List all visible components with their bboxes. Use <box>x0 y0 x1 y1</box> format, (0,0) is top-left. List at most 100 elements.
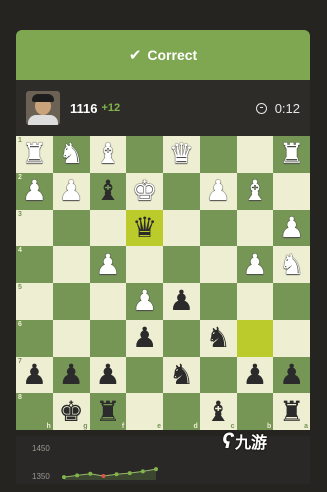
square-c8[interactable]: c ♝ <box>199 393 237 430</box>
black-pawn-icon[interactable]: ♟ <box>132 324 157 352</box>
rank-label: 4 <box>18 247 22 255</box>
player-avatar[interactable] <box>26 91 60 125</box>
white-knight-icon[interactable]: ♞ <box>59 140 84 168</box>
square-h2[interactable]: 2 ♟ <box>16 172 53 210</box>
square-d4[interactable] <box>163 246 200 283</box>
square-a3[interactable]: ♟ <box>273 209 310 247</box>
white-pawn-icon[interactable]: ♟ <box>206 177 231 205</box>
square-c5[interactable] <box>199 283 237 320</box>
square-b5[interactable] <box>236 283 274 320</box>
chess-board[interactable]: 1 ♜ ♞ ♝ ♛ ♜ 2 ♟ ♟ ♝ ♚ ♟ ♝ 3 ♛ ♟ 4 ♟ ♟ ♞ 5 ♟ ♟ 6 ♟ ♞ 7 ♟ ♟ ♟ ♞ ♟ ♟ 8 h g ♚ f ♜ e… <box>16 136 310 430</box>
square-h8[interactable]: 8h <box>16 393 53 430</box>
square-c7[interactable] <box>199 356 237 394</box>
black-pawn-icon[interactable]: ♟ <box>59 360 84 389</box>
square-e5[interactable]: ♟ <box>126 283 163 320</box>
square-c3[interactable] <box>199 209 237 247</box>
square-h5[interactable]: 5 <box>16 283 53 320</box>
square-f5[interactable] <box>89 283 127 320</box>
square-b8[interactable]: b <box>236 393 274 430</box>
square-f7[interactable]: ♟ <box>89 356 127 394</box>
square-a2[interactable] <box>273 172 310 210</box>
square-e3[interactable]: ♛ <box>126 209 163 247</box>
square-h3[interactable]: 3 <box>16 209 53 247</box>
square-b1[interactable] <box>236 136 274 173</box>
square-a7[interactable]: ♟ <box>273 356 310 394</box>
black-pawn-icon[interactable]: ♟ <box>22 360 47 389</box>
white-knight-icon[interactable]: ♞ <box>279 250 304 279</box>
black-knight-icon[interactable]: ♞ <box>206 324 231 352</box>
square-d6[interactable] <box>163 319 200 357</box>
black-rook-icon[interactable]: ♜ <box>95 397 120 426</box>
square-b2[interactable]: ♝ <box>236 172 274 210</box>
square-e2[interactable]: ♚ <box>126 172 163 210</box>
square-g3[interactable] <box>52 209 90 247</box>
square-g5[interactable] <box>52 283 90 320</box>
square-h7[interactable]: 7 ♟ <box>16 356 53 394</box>
black-king-icon[interactable]: ♚ <box>59 397 84 426</box>
square-f2[interactable]: ♝ <box>89 172 127 210</box>
square-b3[interactable] <box>236 209 274 247</box>
white-king-icon[interactable]: ♚ <box>132 177 157 205</box>
square-e4[interactable] <box>126 246 163 283</box>
square-h6[interactable]: 6 <box>16 319 53 357</box>
white-rook-icon[interactable]: ♜ <box>22 140 47 168</box>
square-d1[interactable]: ♛ <box>163 136 200 173</box>
square-f6[interactable] <box>89 319 127 357</box>
rank-label: 6 <box>18 320 22 328</box>
white-rook-icon[interactable]: ♜ <box>279 140 304 168</box>
white-pawn-icon[interactable]: ♟ <box>59 177 84 205</box>
black-bishop-icon[interactable]: ♝ <box>95 177 120 205</box>
black-pawn-icon[interactable]: ♟ <box>95 360 120 389</box>
square-c2[interactable]: ♟ <box>199 172 237 210</box>
square-d7[interactable]: ♞ <box>163 356 200 394</box>
clock-icon <box>255 102 267 114</box>
square-b7[interactable]: ♟ <box>236 356 274 394</box>
white-bishop-icon[interactable]: ♝ <box>95 140 120 168</box>
white-pawn-icon[interactable]: ♟ <box>279 213 304 242</box>
square-c6[interactable]: ♞ <box>199 319 237 357</box>
square-a6[interactable] <box>273 319 310 357</box>
square-h1[interactable]: 1 ♜ <box>16 136 53 173</box>
square-e7[interactable] <box>126 356 163 394</box>
square-f8[interactable]: f ♜ <box>89 393 127 430</box>
square-b6[interactable] <box>236 319 274 357</box>
square-g1[interactable]: ♞ <box>52 136 90 173</box>
square-a4[interactable]: ♞ <box>273 246 310 283</box>
square-g8[interactable]: g ♚ <box>52 393 90 430</box>
white-bishop-icon[interactable]: ♝ <box>242 177 267 205</box>
square-a1[interactable]: ♜ <box>273 136 310 173</box>
black-queen-icon[interactable]: ♛ <box>132 213 157 242</box>
white-pawn-icon[interactable]: ♟ <box>22 177 47 205</box>
square-f1[interactable]: ♝ <box>89 136 127 173</box>
square-g4[interactable] <box>52 246 90 283</box>
white-pawn-icon[interactable]: ♟ <box>242 250 267 279</box>
black-pawn-icon[interactable]: ♟ <box>169 287 194 315</box>
black-knight-icon[interactable]: ♞ <box>169 360 194 389</box>
square-g6[interactable] <box>52 319 90 357</box>
square-h4[interactable]: 4 <box>16 246 53 283</box>
square-e6[interactable]: ♟ <box>126 319 163 357</box>
black-bishop-icon[interactable]: ♝ <box>206 397 231 426</box>
square-d5[interactable]: ♟ <box>163 283 200 320</box>
square-f4[interactable]: ♟ <box>89 246 127 283</box>
square-f3[interactable] <box>89 209 127 247</box>
white-pawn-icon[interactable]: ♟ <box>132 287 157 315</box>
square-d2[interactable] <box>163 172 200 210</box>
square-a8[interactable]: a ♜ <box>273 393 310 430</box>
black-pawn-icon[interactable]: ♟ <box>242 360 267 389</box>
square-d8[interactable]: d <box>163 393 200 430</box>
black-rook-icon[interactable]: ♜ <box>279 397 304 426</box>
square-g7[interactable]: ♟ <box>52 356 90 394</box>
square-e8[interactable]: e <box>126 393 163 430</box>
white-pawn-icon[interactable]: ♟ <box>95 250 120 279</box>
square-a5[interactable] <box>273 283 310 320</box>
black-pawn-icon[interactable]: ♟ <box>279 360 304 389</box>
square-d3[interactable] <box>163 209 200 247</box>
square-c4[interactable] <box>199 246 237 283</box>
square-g2[interactable]: ♟ <box>52 172 90 210</box>
square-e1[interactable] <box>126 136 163 173</box>
square-b4[interactable]: ♟ <box>236 246 274 283</box>
square-c1[interactable] <box>199 136 237 173</box>
white-queen-icon[interactable]: ♛ <box>169 140 194 168</box>
result-text: Correct <box>147 47 198 63</box>
